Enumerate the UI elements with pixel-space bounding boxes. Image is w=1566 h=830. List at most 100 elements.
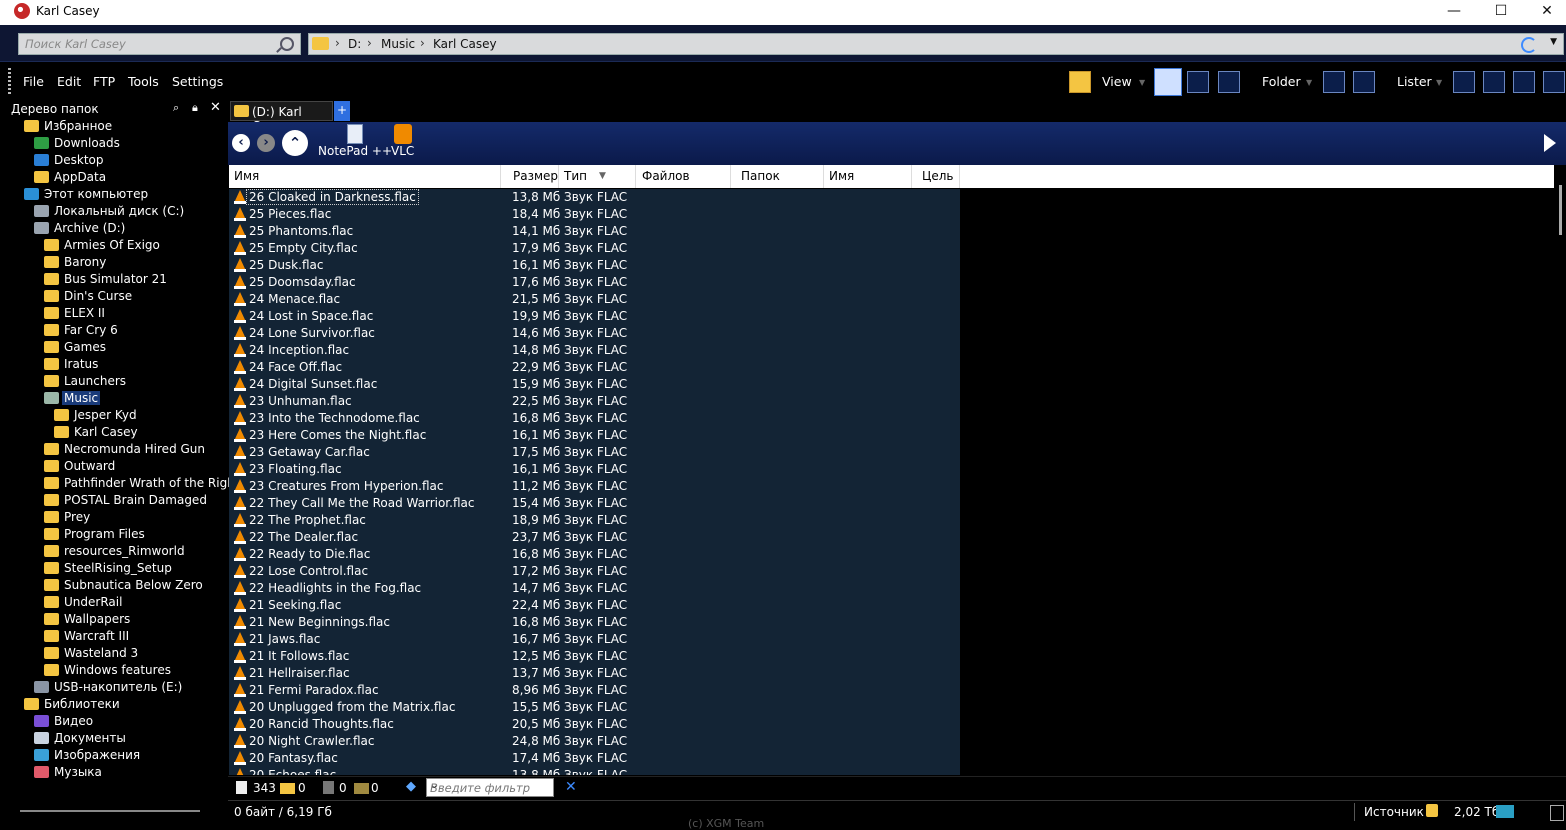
new-tab-button[interactable]: + xyxy=(334,101,350,121)
chevron-down-icon[interactable]: ▼ xyxy=(1436,78,1442,87)
file-row[interactable]: 24 Menace.flac 21,5 Мб Звук FLAC xyxy=(229,291,960,308)
file-row[interactable]: 25 Phantoms.flac 14,1 Мб Звук FLAC xyxy=(229,223,960,240)
layout-split-icon[interactable] xyxy=(1483,71,1505,93)
column-product-name[interactable]: Имя продукта xyxy=(824,165,912,206)
column-folders-total[interactable]: Папок (всего) xyxy=(731,165,824,206)
file-row[interactable]: 20 Rancid Thoughts.flac 20,5 Мб Звук FLAC xyxy=(229,716,960,733)
file-row[interactable]: 25 Dusk.flac 16,1 Мб Звук FLAC xyxy=(229,257,960,274)
file-row[interactable]: 22 The Dealer.flac 23,7 Мб Звук FLAC xyxy=(229,529,960,546)
file-row[interactable]: 24 Lone Survivor.flac 14,6 Мб Звук FLAC xyxy=(229,325,960,342)
file-row[interactable]: 25 Empty City.flac 17,9 Мб Звук FLAC xyxy=(229,240,960,257)
file-row[interactable]: 23 Into the Technodome.flac 16,8 Мб Звук F… xyxy=(229,410,960,427)
dual-pane-icon[interactable] xyxy=(1353,71,1375,93)
file-row[interactable]: 21 Fermi Paradox.flac 8,96 Мб Звук FLAC xyxy=(229,682,960,699)
filter-icon[interactable]: ◆ xyxy=(406,779,416,794)
file-row[interactable]: 24 Lost in Space.flac 19,9 Мб Звук FLAC xyxy=(229,308,960,325)
file-list-empty-area[interactable] xyxy=(960,189,1556,775)
menu-file[interactable]: File xyxy=(23,74,44,89)
file-row[interactable]: 24 Face Off.flac 22,9 Мб Звук FLAC xyxy=(229,359,960,376)
toolbar-grip[interactable] xyxy=(8,68,11,94)
minimize-button[interactable]: — xyxy=(1431,0,1477,25)
file-row[interactable]: 23 Creatures From Hyperion.flac 11,2 Мб Зв… xyxy=(229,478,960,495)
column-name[interactable]: Имя xyxy=(229,165,501,188)
resize-grip-icon[interactable] xyxy=(1550,805,1564,821)
column-size[interactable]: Размер xyxy=(501,165,559,188)
tree-scrollbar[interactable] xyxy=(8,805,225,817)
file-size: 16,8 Мб xyxy=(512,411,561,425)
new-folder-icon[interactable] xyxy=(1069,71,1091,93)
thumbnails-view-icon[interactable] xyxy=(1187,71,1209,93)
file-row[interactable]: 21 New Beginnings.flac 16,8 Мб Звук FLAC xyxy=(229,614,960,631)
column-target[interactable]: Цель xyxy=(912,165,960,188)
search-input[interactable]: Поиск Karl Casey xyxy=(18,33,301,55)
tree-item-label: Iratus xyxy=(64,357,99,371)
view-menu[interactable]: View xyxy=(1102,74,1132,89)
file-row[interactable]: 23 Here Comes the Night.flac 16,1 Мб Звук … xyxy=(229,427,960,444)
file-row[interactable]: 22 The Prophet.flac 18,9 Мб Звук FLAC xyxy=(229,512,960,529)
file-row[interactable]: 21 Seeking.flac 22,4 Мб Звук FLAC xyxy=(229,597,960,614)
file-row[interactable]: 22 Lose Control.flac 17,2 Мб Звук FLAC xyxy=(229,563,960,580)
file-row[interactable]: 21 It Follows.flac 12,5 Мб Звук FLAC xyxy=(229,648,960,665)
menu-ftp[interactable]: FTP xyxy=(93,74,115,89)
search-icon[interactable] xyxy=(280,37,294,51)
notepad-plus-plus-button[interactable]: NotePad ++ xyxy=(318,124,392,158)
file-row[interactable]: 20 Unplugged from the Matrix.flac 15,5 Мб… xyxy=(229,699,960,716)
folder-options-icon[interactable] xyxy=(1323,71,1345,93)
menu-settings[interactable]: Settings xyxy=(172,74,223,89)
up-folder-icon[interactable]: ⌃ xyxy=(282,130,308,156)
file-list-scrollbar[interactable] xyxy=(1556,165,1566,775)
clear-filter-icon[interactable]: ✕ xyxy=(565,779,577,795)
file-row[interactable]: 24 Inception.flac 14,8 Мб Звук FLAC xyxy=(229,342,960,359)
menu-edit[interactable]: Edit xyxy=(57,74,81,89)
file-row[interactable]: 20 Night Crawler.flac 24,8 Мб Звук FLAC xyxy=(229,733,960,750)
back-icon[interactable]: ‹ xyxy=(232,134,250,152)
lock-icon[interactable]: 🔒︎ xyxy=(192,101,198,115)
layout-single-icon[interactable] xyxy=(1453,71,1475,93)
chevron-down-icon[interactable]: ⌄ xyxy=(430,780,550,791)
lister-menu[interactable]: Lister xyxy=(1397,74,1432,89)
chevron-down-icon[interactable]: ▼ xyxy=(1550,37,1557,47)
details-view-icon[interactable] xyxy=(1154,68,1182,96)
file-row[interactable]: 21 Hellraiser.flac 13,7 Мб Звук FLAC xyxy=(229,665,960,682)
layout-viewer-icon[interactable] xyxy=(1513,71,1535,93)
close-button[interactable]: ✕ xyxy=(1524,0,1566,25)
scroll-thumb[interactable] xyxy=(20,810,200,812)
close-icon[interactable]: ✕ xyxy=(210,100,221,115)
maximize-button[interactable]: ☐ xyxy=(1478,0,1524,25)
file-row[interactable]: 22 They Call Me the Road Warrior.flac 15,… xyxy=(229,495,960,512)
refresh-icon[interactable] xyxy=(1521,37,1537,53)
file-row[interactable]: 24 Digital Sunset.flac 15,9 Мб Звук FLAC xyxy=(229,376,960,393)
scroll-thumb[interactable] xyxy=(1559,185,1562,235)
file-row[interactable]: 25 Pieces.flac 18,4 Мб Звук FLAC xyxy=(229,206,960,223)
file-row[interactable]: 23 Getaway Car.flac 17,5 Мб Звук FLAC xyxy=(229,444,960,461)
chevron-down-icon[interactable]: ▼ xyxy=(1306,78,1312,87)
source-label[interactable]: Источник xyxy=(1364,805,1424,819)
forward-icon[interactable]: › xyxy=(257,134,275,152)
column-files-total[interactable]: Файлов (всего) xyxy=(636,165,731,206)
menu-tools[interactable]: Tools xyxy=(128,74,159,89)
file-row[interactable]: 23 Floating.flac 16,1 Мб Звук FLAC xyxy=(229,461,960,478)
folder-menu[interactable]: Folder xyxy=(1262,74,1301,89)
chevron-down-icon[interactable]: ▼ xyxy=(1139,78,1145,87)
expand-panel-icon[interactable] xyxy=(1544,134,1556,152)
path-bar[interactable]: › D: › Music › Karl Casey ▼ xyxy=(308,33,1564,55)
tiles-view-icon[interactable] xyxy=(1218,71,1240,93)
file-row[interactable]: 21 Jaws.flac 16,7 Мб Звук FLAC xyxy=(229,631,960,648)
search-icon[interactable]: ⌕ xyxy=(173,101,179,115)
column-type[interactable]: Тип ▼ xyxy=(559,165,636,188)
breadcrumb-karl-casey[interactable]: Karl Casey xyxy=(433,37,497,51)
file-row[interactable]: 25 Doomsday.flac 17,6 Мб Звук FLAC xyxy=(229,274,960,291)
file-row[interactable]: 26 Cloaked in Darkness.flac 13,8 Мб Звук F… xyxy=(229,189,960,206)
filter-input[interactable]: Введите фильтр ⌄ xyxy=(426,778,554,797)
file-row[interactable]: 20 Fantasy.flac 17,4 Мб Звук FLAC xyxy=(229,750,960,767)
breadcrumb-drive[interactable]: D: xyxy=(348,37,361,51)
breadcrumb-music[interactable]: Music xyxy=(381,37,415,51)
layout-utility-icon[interactable] xyxy=(1543,71,1565,93)
file-row[interactable]: 20 Echoes.flac 13,8 Мб Звук FLAC xyxy=(229,767,960,775)
lock-icon[interactable] xyxy=(1426,804,1438,817)
file-row[interactable]: 22 Headlights in the Fog.flac 14,7 Мб Звук… xyxy=(229,580,960,597)
tab-karl-casey[interactable]: (D:) Karl Casey xyxy=(230,101,333,133)
vlc-button[interactable]: VLC xyxy=(391,124,414,158)
file-row[interactable]: 22 Ready to Die.flac 16,8 Мб Звук FLAC xyxy=(229,546,960,563)
file-row[interactable]: 23 Unhuman.flac 22,5 Мб Звук FLAC xyxy=(229,393,960,410)
